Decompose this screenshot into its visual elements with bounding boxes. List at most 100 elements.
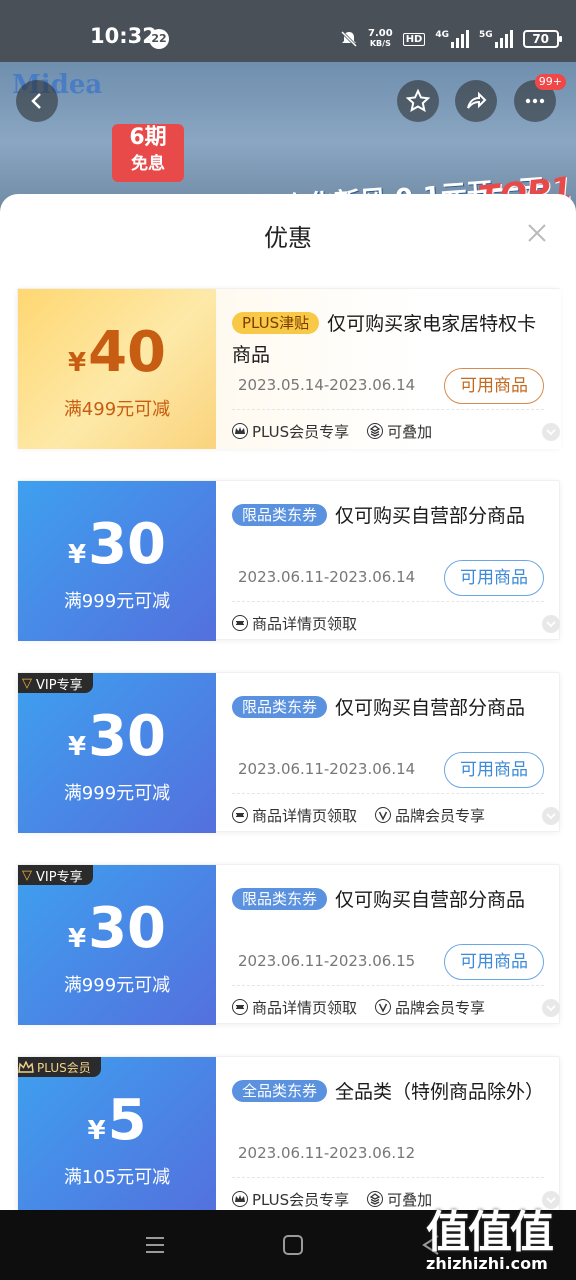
- coupon-value-panel: ▽ VIP专享 ¥30 满999元可减: [18, 865, 216, 1025]
- coupon-dates: 2023.06.11-2023.06.14: [238, 568, 416, 586]
- feature-item: 可叠加: [367, 421, 432, 442]
- expand-button[interactable]: [542, 615, 560, 633]
- back-button[interactable]: [16, 80, 58, 122]
- chevron-down-icon: [546, 813, 556, 820]
- signal-5g-icon: 5G: [479, 30, 513, 48]
- promo-line1: 6期: [129, 125, 167, 150]
- stack-icon: [367, 1191, 384, 1207]
- signal-4g-icon: 4G: [435, 30, 470, 48]
- watermark-url: zhizhizhi.com: [426, 1254, 548, 1273]
- crown-icon: [18, 1061, 34, 1073]
- coupon-amount-value: 30: [88, 896, 167, 961]
- available-products-button[interactable]: 可用商品: [444, 560, 544, 596]
- crown-icon: [232, 423, 248, 439]
- coupon-detail: 全品类东券 全品类（特例商品除外） 2023.06.11-2023.06.12 P…: [216, 1057, 561, 1210]
- feature-item: 商品详情页领取: [232, 613, 357, 634]
- expand-button[interactable]: [542, 423, 560, 441]
- coupon-card[interactable]: ▽ VIP专享 ¥30 满999元可减 限品类东券 仅可购买自营部分商品 2023.…: [17, 672, 561, 833]
- currency-symbol: ¥: [67, 924, 87, 954]
- chevron-down-icon: [546, 1005, 556, 1012]
- currency-symbol: ¥: [67, 732, 87, 762]
- feature-item: 品牌会员专享: [375, 805, 485, 826]
- coupon-value-panel: PLUS会员 ¥5 满105元可减: [18, 1057, 216, 1210]
- available-products-button[interactable]: 可用商品: [444, 752, 544, 788]
- signal-bars-1: [451, 30, 470, 48]
- ticket-icon: [232, 807, 248, 823]
- vip-v-icon: [375, 999, 392, 1015]
- feature-item: PLUS会员专享: [232, 1189, 349, 1210]
- plus-tag-label: PLUS会员: [37, 1060, 91, 1075]
- vip-tag: ▽ VIP专享: [18, 865, 93, 885]
- more-button[interactable]: 99+: [514, 74, 566, 122]
- coupon-title-text: 仅可购买自营部分商品: [335, 697, 526, 719]
- share-button[interactable]: [455, 80, 497, 122]
- coupon-detail: 限品类东券 仅可购买自营部分商品 2023.06.11-2023.06.15 可用…: [216, 865, 561, 1025]
- divider: [232, 409, 544, 410]
- coupon-card[interactable]: ¥40 满499元可减 PLUS津贴 仅可购买家电家居特权卡商品 2023.05.…: [17, 288, 561, 449]
- coupon-dates: 2023.05.14-2023.06.14: [238, 376, 416, 394]
- mute-bell-icon: [340, 30, 358, 48]
- coupon-condition: 满999元可减: [63, 591, 171, 612]
- coupon-title: 限品类东券 仅可购买自营部分商品: [232, 693, 552, 724]
- coupon-features: 商品详情页领取 品牌会员专享: [232, 803, 485, 827]
- currency-symbol: ¥: [67, 540, 87, 570]
- chevron-left-icon: [31, 93, 41, 109]
- coupon-amount-value: 40: [88, 320, 167, 385]
- divider: [232, 1177, 544, 1178]
- coupon-card[interactable]: PLUS会员 ¥5 满105元可减 全品类东券 全品类（特例商品除外） 2023.…: [17, 1056, 560, 1210]
- coupon-card[interactable]: ▽ VIP专享 ¥30 满999元可减 限品类东券 仅可购买自营部分商品 2023.…: [17, 864, 561, 1025]
- close-icon: [528, 224, 546, 242]
- feature-label: 商品详情页领取: [252, 806, 358, 825]
- divider: [232, 793, 544, 794]
- coupon-amount: ¥30: [18, 707, 216, 767]
- battery-icon: 70: [522, 30, 562, 48]
- coupon-features: PLUS会员专享 可叠加: [232, 1187, 432, 1210]
- coupon-dates: 2023.06.11-2023.06.12: [238, 1144, 416, 1162]
- signal-5g-label: 5G: [479, 30, 493, 40]
- coupon-detail: 限品类东券 仅可购买自营部分商品 2023.06.11-2023.06.14 可用…: [216, 673, 561, 833]
- coupon-features: PLUS会员专享 可叠加: [232, 419, 432, 443]
- cart-count-badge: 99+: [534, 74, 566, 90]
- coupon-condition: 满999元可减: [63, 783, 171, 804]
- coupon-amount: ¥40: [18, 323, 216, 383]
- expand-button[interactable]: [542, 999, 560, 1017]
- hd-icon: HD: [402, 32, 426, 46]
- coupon-amount: ¥30: [18, 515, 216, 575]
- expand-button[interactable]: [542, 807, 560, 825]
- home-nav-button[interactable]: [282, 1232, 308, 1258]
- network-speed-value: 7.00: [368, 28, 393, 39]
- ticket-icon: [232, 615, 248, 631]
- coupon-value-panel: ▽ VIP专享 ¥30 满999元可减: [18, 673, 216, 833]
- available-products-button[interactable]: 可用商品: [444, 944, 544, 980]
- coupon-title: 全品类东券 全品类（特例商品除外）: [232, 1077, 552, 1108]
- ticket-icon: [232, 999, 248, 1015]
- feature-label: 商品详情页领取: [252, 998, 358, 1017]
- notification-count-badge: 22: [149, 29, 169, 49]
- favorite-button[interactable]: [397, 80, 439, 122]
- currency-symbol: ¥: [67, 348, 87, 378]
- stack-icon: [367, 423, 384, 439]
- coupon-sheet: 优惠 ¥40 满499元可减 PLUS津贴 仅可购买家电家居特权卡商品 2023.…: [0, 194, 576, 1210]
- divider: [232, 601, 544, 602]
- vip-tag-label: VIP专享: [36, 677, 83, 693]
- divider: [232, 985, 544, 986]
- coupon-condition: 满499元可减: [63, 399, 171, 420]
- coupon-card[interactable]: ¥30 满999元可减 限品类东券 仅可购买自营部分商品 2023.06.11-2…: [17, 480, 560, 641]
- feature-label: 品牌会员专享: [395, 806, 486, 825]
- network-speed: 7.00 KB/S: [368, 29, 393, 49]
- promo-line2: 免息: [131, 154, 165, 174]
- vip-v-icon: ▽: [22, 675, 32, 691]
- close-button[interactable]: [526, 222, 548, 244]
- feature-label: 商品详情页领取: [252, 614, 358, 633]
- coupon-type-badge: 限品类东券: [232, 888, 328, 910]
- signal-bars-2: [494, 30, 513, 48]
- chevron-down-icon: [546, 621, 556, 628]
- coupon-amount-value: 30: [88, 512, 167, 577]
- feature-label: PLUS会员专享: [252, 1190, 350, 1209]
- coupon-detail: PLUS津贴 仅可购买家电家居特权卡商品 2023.05.14-2023.06.1…: [216, 289, 561, 449]
- available-products-button[interactable]: 可用商品: [444, 368, 544, 404]
- feature-item: 商品详情页领取: [232, 805, 357, 826]
- coupon-type-badge: 限品类东券: [232, 696, 328, 718]
- coupon-title-text: 仅可购买自营部分商品: [335, 505, 526, 527]
- menu-nav-button[interactable]: [144, 1232, 170, 1258]
